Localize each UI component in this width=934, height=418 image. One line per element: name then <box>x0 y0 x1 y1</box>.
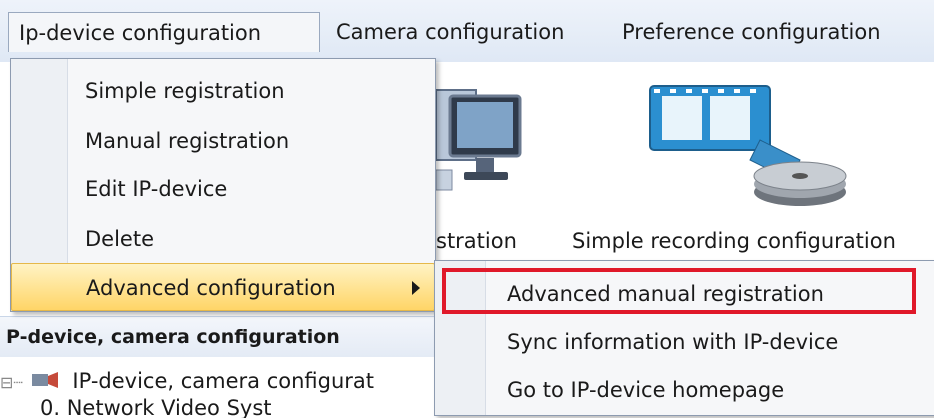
menu-camera-configuration[interactable]: Camera configuration <box>326 12 574 52</box>
ip-device-dropdown-menu: Simple registration Manual registration … <box>10 58 436 312</box>
camera-config-icon <box>31 372 58 388</box>
menu-label: Camera configuration <box>336 20 565 44</box>
pane-title: P-device, camera configuration <box>0 316 446 357</box>
menu-item-label: Go to IP-device homepage <box>507 378 785 402</box>
registration-tool-label[interactable]: stration <box>436 229 517 253</box>
menu-item-label: Simple registration <box>85 79 285 103</box>
menu-item-go-to-homepage[interactable]: Go to IP-device homepage <box>435 365 934 415</box>
tree-child-item[interactable]: 0. Network Video Syst <box>0 398 440 418</box>
menu-item-label: Advanced manual registration <box>507 282 824 306</box>
tree-expander-icon[interactable]: ⊟┈ <box>0 373 23 392</box>
menu-item-sync-information[interactable]: Sync information with IP-device <box>435 317 934 367</box>
monitor-icon[interactable] <box>432 82 528 194</box>
menu-item-edit-ip-device[interactable]: Edit IP-device <box>11 165 435 213</box>
menu-item-advanced-configuration[interactable]: Advanced configuration <box>11 263 435 311</box>
menu-item-delete[interactable]: Delete <box>11 215 435 263</box>
menu-item-label: Advanced configuration <box>86 276 336 300</box>
menu-item-label: Delete <box>85 227 154 251</box>
menu-item-label: Edit IP-device <box>85 177 228 201</box>
submenu-arrow-icon <box>412 281 420 295</box>
menu-bar: Ip-device configuration Camera configura… <box>0 0 934 63</box>
menu-preference-configuration[interactable]: Preference configuration <box>612 12 891 52</box>
menu-ip-device-configuration[interactable]: Ip-device configuration <box>8 12 320 52</box>
film-recording-icon[interactable] <box>640 80 850 210</box>
menu-label: Preference configuration <box>622 20 881 44</box>
simple-recording-tool-label[interactable]: Simple recording configuration <box>572 229 896 253</box>
tree-child-label: 0. Network Video Syst <box>40 398 272 418</box>
menu-label: Ip-device configuration <box>19 21 262 45</box>
menu-item-advanced-manual-registration[interactable]: Advanced manual registration <box>435 269 934 319</box>
advanced-configuration-submenu: Advanced manual registration Sync inform… <box>434 260 934 416</box>
menu-item-label: Manual registration <box>85 129 290 153</box>
menu-item-simple-registration[interactable]: Simple registration <box>11 67 435 115</box>
menu-item-manual-registration[interactable]: Manual registration <box>11 117 435 165</box>
tree-root-label: IP-device, camera configurat <box>72 369 374 393</box>
menu-item-label: Sync information with IP-device <box>507 330 839 354</box>
